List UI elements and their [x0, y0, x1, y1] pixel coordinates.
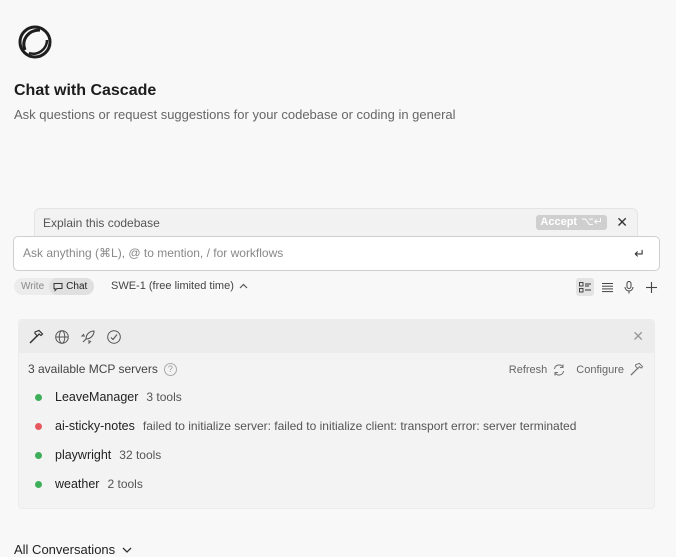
list-icon[interactable] — [598, 278, 616, 296]
server-name: weather — [55, 477, 100, 491]
mcp-server-item[interactable]: LeaveManager 3 tools — [35, 390, 182, 404]
mcp-count: 3 available MCP servers ? — [28, 362, 177, 376]
mcp-panel-header: ✕ — [19, 320, 654, 353]
mcp-server-item[interactable]: ai-sticky-notes failed to initialize ser… — [35, 419, 576, 433]
server-name: ai-sticky-notes — [55, 419, 135, 433]
checklist-icon[interactable] — [576, 278, 594, 296]
all-conversations-label: All Conversations — [14, 542, 116, 557]
server-info: 32 tools — [119, 448, 162, 462]
chat-input-box[interactable]: ↵ — [13, 236, 660, 271]
hammer-icon[interactable] — [28, 329, 44, 345]
rocket-icon[interactable] — [80, 329, 96, 345]
all-conversations-dropdown[interactable]: All Conversations — [14, 542, 132, 557]
globe-icon[interactable] — [54, 329, 70, 345]
status-dot-icon — [35, 393, 42, 401]
hammer-icon — [630, 362, 644, 376]
configure-label: Configure — [576, 363, 624, 376]
close-icon[interactable]: ✕ — [632, 328, 644, 345]
mcp-server-item[interactable]: weather 2 tools — [35, 477, 143, 491]
mcp-actions: Refresh Configure — [509, 362, 644, 377]
mcp-count-label: 3 available MCP servers — [28, 362, 158, 376]
status-dot-icon — [35, 422, 42, 430]
server-info: failed to initialize server: failed to i… — [142, 419, 577, 433]
server-name: LeaveManager — [55, 390, 139, 404]
status-dot-icon — [35, 451, 42, 459]
suggestion-bar[interactable]: Explain this codebase Accept ⌥↵ ✕ — [34, 208, 638, 236]
model-selector[interactable]: SWE-1 (free limited time) — [111, 280, 248, 292]
plus-icon[interactable] — [642, 278, 660, 296]
server-info: 3 tools — [146, 390, 182, 404]
accept-label: Accept — [540, 216, 578, 228]
page-title: Chat with Cascade — [14, 82, 157, 99]
accept-button[interactable]: Accept ⌥↵ — [536, 215, 607, 230]
chevron-up-icon — [239, 283, 248, 289]
mode-toggle[interactable]: Write Chat — [14, 278, 95, 295]
refresh-icon — [554, 363, 565, 376]
windsurf-logo-icon — [16, 22, 56, 62]
model-label: SWE-1 (free limited time) — [111, 280, 234, 292]
status-dot-icon — [35, 480, 42, 488]
close-icon[interactable]: ✕ — [616, 214, 628, 231]
chat-bubble-icon — [53, 282, 63, 292]
refresh-label: Refresh — [508, 363, 548, 376]
mode-write-button[interactable]: Write — [14, 281, 49, 292]
mode-chat-button[interactable]: Chat — [49, 278, 95, 295]
mcp-server-item[interactable]: playwright 32 tools — [35, 448, 161, 462]
mode-chat-label: Chat — [66, 281, 88, 292]
page-subtitle: Ask questions or request suggestions for… — [14, 107, 456, 122]
refresh-cycle-icon[interactable] — [106, 329, 122, 345]
chevron-down-icon — [122, 547, 132, 553]
accept-shortcut: ⌥↵ — [581, 216, 603, 228]
server-info: 2 tools — [107, 477, 143, 491]
enter-icon[interactable]: ↵ — [634, 246, 645, 262]
input-toolbar: Write Chat SWE-1 (free limited time) — [14, 278, 660, 296]
suggestion-text[interactable]: Explain this codebase — [43, 216, 160, 230]
mcp-servers-panel: ✕ 3 available MCP servers ? Refresh Conf… — [18, 319, 655, 509]
server-name: playwright — [55, 448, 112, 462]
chat-input[interactable] — [23, 246, 613, 260]
microphone-icon[interactable] — [620, 278, 638, 296]
configure-button[interactable]: Configure — [576, 362, 644, 377]
help-icon[interactable]: ? — [163, 362, 177, 376]
refresh-button[interactable]: Refresh — [509, 363, 567, 377]
